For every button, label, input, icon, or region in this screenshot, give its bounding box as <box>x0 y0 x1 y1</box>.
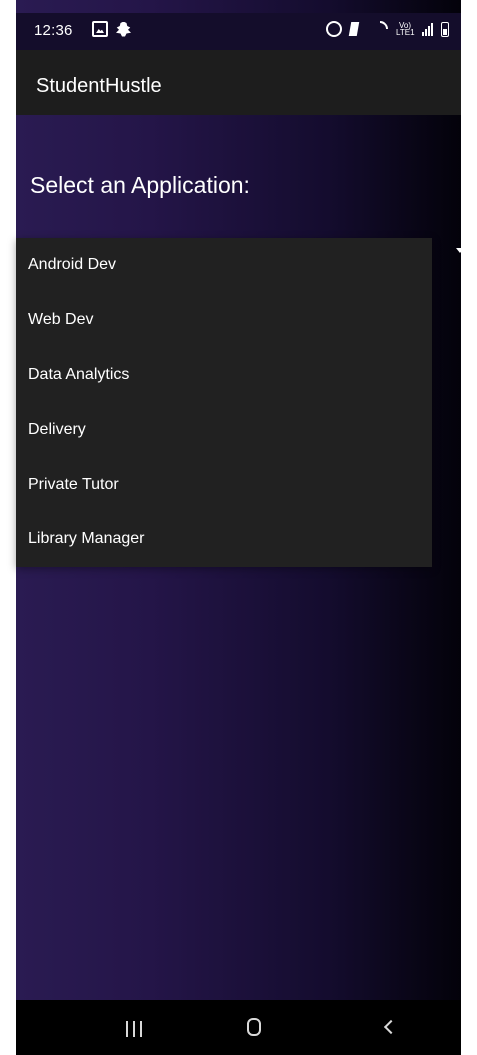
snapchat-icon <box>116 21 131 37</box>
mute-icon <box>348 22 366 36</box>
lte-icon: Vo) LTE1 <box>396 21 415 37</box>
wifi-icon <box>368 17 392 41</box>
home-icon[interactable] <box>247 1018 261 1036</box>
battery-icon <box>441 21 449 37</box>
left-screen-edge <box>0 0 16 1055</box>
dropdown-arrow-icon[interactable] <box>456 248 464 253</box>
status-bar: 12:36 Vo) LTE1 <box>16 13 461 50</box>
dropdown-item-android-dev[interactable]: Android Dev <box>16 238 432 293</box>
dropdown-item-library-manager[interactable]: Library Manager <box>16 512 432 567</box>
dropdown-item-private-tutor[interactable]: Private Tutor <box>16 457 432 512</box>
recent-apps-icon[interactable] <box>126 1021 142 1037</box>
phone-screen: 12:36 Vo) LTE1 StudentHustle Select an A… <box>0 0 477 1055</box>
application-dropdown-menu: Android Dev Web Dev Data Analytics Deliv… <box>16 238 432 567</box>
navigation-bar <box>16 1000 461 1055</box>
app-bar: StudentHustle <box>16 50 461 115</box>
dropdown-item-web-dev[interactable]: Web Dev <box>16 293 432 348</box>
signal-icon <box>422 22 433 36</box>
right-screen-edge <box>461 0 477 1055</box>
gallery-icon <box>92 21 108 37</box>
page-heading: Select an Application: <box>30 172 250 198</box>
back-icon[interactable] <box>383 1019 399 1035</box>
alarm-icon <box>326 21 342 37</box>
status-left-icons <box>92 21 131 37</box>
status-right-icons: Vo) LTE1 <box>326 17 449 41</box>
app-title: StudentHustle <box>36 75 162 97</box>
dropdown-item-delivery[interactable]: Delivery <box>16 402 432 457</box>
status-time: 12:36 <box>34 22 73 39</box>
dropdown-item-data-analytics[interactable]: Data Analytics <box>16 348 432 403</box>
